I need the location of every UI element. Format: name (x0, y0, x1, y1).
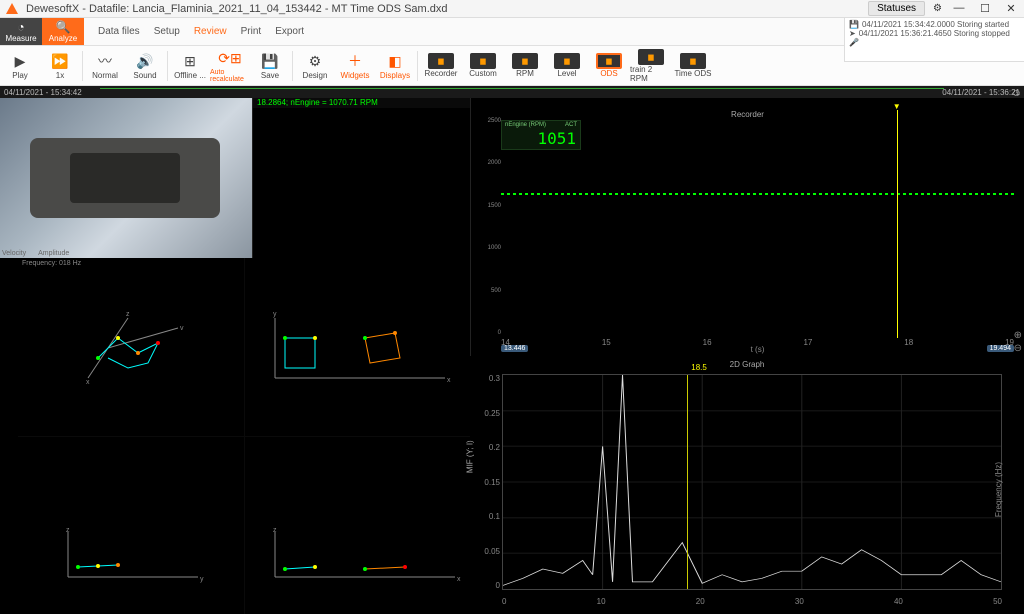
plus-icon: ＋ (348, 51, 362, 71)
sound-button[interactable]: 🔊Sound (125, 46, 165, 86)
settings-gear-icon[interactable]: ⚙ (933, 3, 942, 14)
recorder-panel[interactable]: 18.2864; nEngine = 1070.71 RPM (252, 98, 470, 258)
speaker-icon: 🔊 (136, 51, 153, 71)
time-start: 04/11/2021 - 15:34:42 (4, 88, 82, 97)
svg-text:z: z (273, 527, 277, 534)
fastforward-icon: ⏩ (51, 51, 68, 71)
gauge-icon: ◔ (17, 20, 24, 34)
zoom-out-button[interactable]: ⊖ (1014, 343, 1022, 354)
graph2d-title: 2D Graph (730, 360, 765, 369)
display-preview-icon: ▆ (638, 49, 664, 65)
play-button[interactable]: ▶Play (0, 46, 40, 86)
recorder-trace (501, 193, 1014, 195)
display-preview-icon: ▆ (428, 53, 454, 69)
display-preview-icon: ▆ (512, 53, 538, 69)
rpm-readout-box: nEngine (RPM)ACT 1051 (501, 120, 581, 150)
close-button[interactable]: ✕ (1002, 2, 1020, 15)
submenu-review[interactable]: Review (194, 26, 227, 37)
gear-icon: ⚙ (309, 51, 322, 71)
maximize-button[interactable]: ☐ (976, 2, 994, 15)
speed-button[interactable]: ⏩1x (40, 46, 80, 86)
geom-view-3[interactable]: zy (18, 437, 244, 614)
svg-text:x: x (86, 379, 90, 386)
auto-recalc-button[interactable]: ⟳⊞Auto recalculate (210, 46, 250, 86)
svg-text:x: x (457, 576, 461, 583)
display-preview-icon: ▆ (596, 53, 622, 69)
display-tab-level[interactable]: ▆Level (546, 46, 588, 86)
graph2d-y-axis: 0.30.250.20.150.10.050 (476, 374, 500, 590)
display-preview-icon: ▆ (470, 53, 496, 69)
display-tab-recorder[interactable]: ▆Recorder (420, 46, 462, 86)
zoom-in-button[interactable]: ⊕ (1014, 330, 1022, 341)
window-title: DewesoftX - Datafile: Lancia_Flaminia_20… (26, 3, 868, 15)
cursor-icon: ➤ (849, 29, 856, 38)
display-preview-icon: ▆ (554, 53, 580, 69)
recorder-y-axis: 25002000150010005000 (483, 118, 501, 336)
save-button[interactable]: 💾Save (250, 46, 290, 86)
grid-icon: ⊞ (184, 51, 196, 71)
display-tab-time-ods[interactable]: ▆Time ODS (672, 46, 714, 86)
svg-text:y: y (273, 311, 277, 318)
geometry-grid: Frequency: 018 Hz vxz yx zy zx (18, 258, 470, 614)
rpm-value: 1051 (502, 129, 580, 148)
display-preview-icon: ▆ (680, 53, 706, 69)
disk-icon: 💾 (849, 20, 859, 29)
display-tab-rpm[interactable]: ▆RPM (504, 46, 546, 86)
statuses-button[interactable]: Statuses (868, 1, 925, 16)
graph2d-xlabel: Frequency (Hz) (994, 462, 1003, 517)
waveform-icon: 〰 (98, 51, 112, 71)
svg-text:z: z (66, 527, 70, 534)
display-tab-ods[interactable]: ▆ODS (588, 46, 630, 86)
geom-view-2[interactable]: yx (245, 258, 471, 436)
svg-text:x: x (447, 377, 451, 384)
recorder-title: Recorder (731, 110, 764, 119)
time-overview-bar[interactable]: 04/11/2021 - 15:34:42 04/11/2021 - 15:36… (0, 86, 1024, 98)
mic-icon: 🎤 (849, 38, 859, 47)
minimize-button[interactable]: — (950, 2, 968, 15)
titlebar: DewesoftX - Datafile: Lancia_Flaminia_20… (0, 0, 1024, 18)
normal-button[interactable]: 〰Normal (85, 46, 125, 86)
submenu-datafiles[interactable]: Data files (98, 26, 140, 37)
graph2d-ylabel: MIF (Y; I) (466, 440, 475, 473)
geom-view-4[interactable]: zx (245, 437, 471, 614)
status-log-panel: 💾04/11/2021 15:34:42.0000 Storing starte… (844, 18, 1024, 62)
main-workspace: 18.2864; nEngine = 1070.71 RPM VelocityA… (0, 98, 1024, 614)
recorder-x-axis: 13.446 141516171819 19.494 t (s) (501, 338, 1014, 354)
clock-icon[interactable]: ◷ (1013, 88, 1020, 97)
submenu: Data files Setup Review Print Export (84, 18, 935, 45)
mode-tab-analyze[interactable]: 🔍 Analyze (42, 18, 84, 45)
design-button[interactable]: ⚙Design (295, 46, 335, 86)
display-tab-train-2-rpm[interactable]: ▆train 2 RPM (630, 46, 672, 86)
submenu-setup[interactable]: Setup (154, 26, 180, 37)
recorder-chart[interactable]: Recorder nEngine (RPM)ACT 1051 250020001… (470, 98, 1024, 356)
submenu-export[interactable]: Export (275, 26, 304, 37)
recorder-cursor[interactable] (897, 110, 898, 338)
play-icon: ▶ (15, 51, 26, 71)
graph2d-plot-area[interactable]: 18.5 (502, 374, 1002, 590)
geom-legend: VelocityAmplitude (2, 250, 69, 257)
display-tab-custom[interactable]: ▆Custom (462, 46, 504, 86)
graph-2d-panel[interactable]: 2D Graph MIF (Y; I) 0.30.250.20.150.10.0… (470, 356, 1024, 614)
displays-button[interactable]: ◧Displays (375, 46, 415, 86)
svg-text:y: y (200, 576, 204, 583)
save-icon: 💾 (261, 51, 278, 71)
widgets-button[interactable]: ＋Widgets (335, 46, 375, 86)
mode-tab-measure[interactable]: ◔ Measure (0, 18, 42, 45)
offline-button[interactable]: ⊞Offline ... (170, 46, 210, 86)
app-logo-icon (4, 1, 20, 17)
displays-icon: ◧ (388, 51, 401, 71)
recalc-icon: ⟳⊞ (218, 49, 241, 69)
submenu-print[interactable]: Print (241, 26, 262, 37)
svg-text:z: z (126, 311, 130, 318)
geom-view-1[interactable]: Frequency: 018 Hz vxz (18, 258, 244, 436)
recorder-header: 18.2864; nEngine = 1070.71 RPM (253, 98, 470, 108)
svg-text:v: v (180, 325, 184, 332)
graph2d-x-axis: 01020304050 (502, 597, 1002, 606)
graph2d-cursor[interactable]: 18.5 (687, 375, 688, 589)
camera-video-panel[interactable] (0, 98, 252, 258)
time-end: 04/11/2021 - 15:36:21 (942, 88, 1020, 97)
magnify-icon: 🔍 (56, 20, 71, 34)
